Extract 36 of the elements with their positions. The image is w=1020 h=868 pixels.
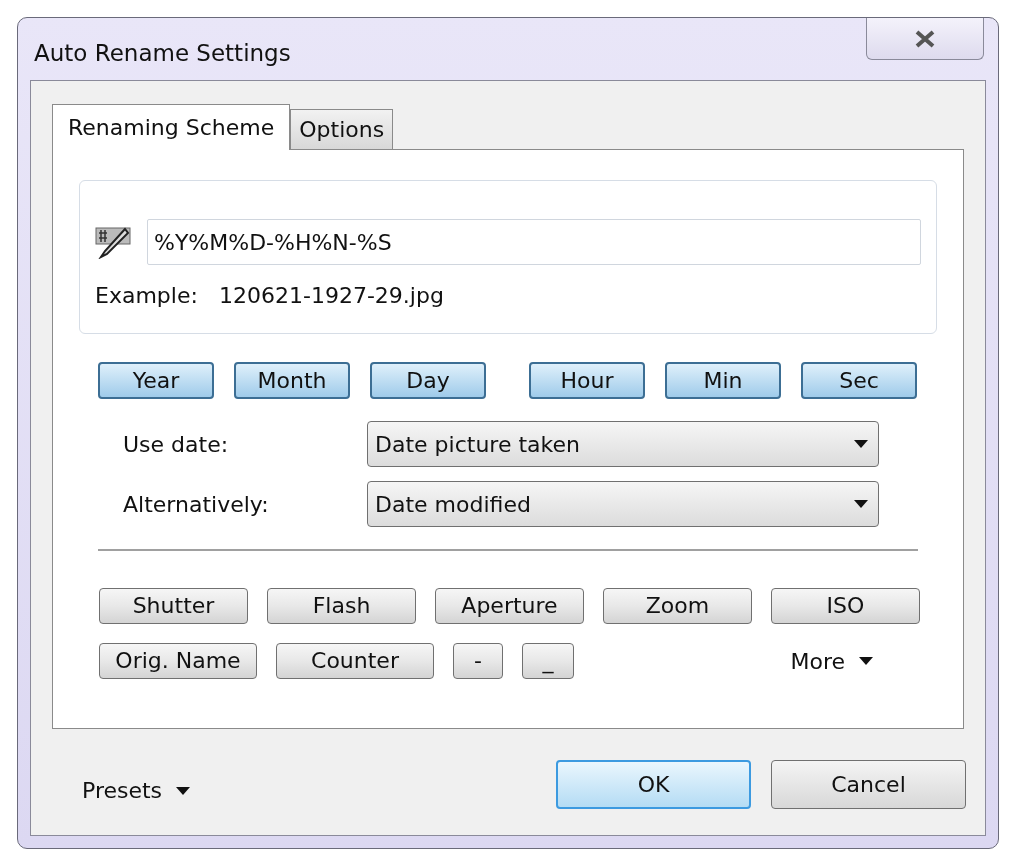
- date-dropdown[interactable]: Date picture taken: [367, 421, 879, 467]
- tab[interactable]: Renaming Scheme: [52, 104, 291, 150]
- insert-button[interactable]: -: [453, 643, 503, 679]
- caret-icon: [176, 786, 191, 795]
- close-icon: [914, 29, 936, 48]
- insert-button[interactable]: Orig. Name: [99, 643, 257, 679]
- insert-button[interactable]: Aperture: [435, 588, 584, 624]
- date-part-button[interactable]: Month: [234, 362, 350, 399]
- example-label: Example:: [95, 282, 199, 310]
- insert-button[interactable]: Shutter: [99, 588, 248, 624]
- date-part-button[interactable]: Hour: [529, 362, 645, 399]
- presets-button[interactable]: Presets: [82, 774, 191, 807]
- insert-button[interactable]: Zoom: [603, 588, 752, 624]
- window-title: Auto Rename Settings: [34, 39, 291, 68]
- date-part-button[interactable]: Min: [665, 362, 781, 399]
- caret-icon: [854, 500, 868, 508]
- close-button[interactable]: [866, 18, 984, 60]
- date-part-button[interactable]: Sec: [801, 362, 917, 399]
- date-part-button[interactable]: Day: [370, 362, 486, 399]
- dialog-button[interactable]: OK: [556, 760, 751, 809]
- tab[interactable]: Options: [290, 109, 394, 149]
- insert-button[interactable]: Counter: [276, 643, 434, 679]
- pencil-icon: [95, 225, 133, 259]
- caret-icon: [859, 657, 873, 665]
- insert-button[interactable]: Flash: [267, 588, 416, 624]
- more-button[interactable]: More: [790, 644, 873, 678]
- scheme-input[interactable]: %Y%M%D-%H%N-%S: [147, 219, 921, 265]
- field-label: Alternatively:: [123, 490, 270, 519]
- insert-button[interactable]: _: [522, 643, 574, 679]
- insert-button[interactable]: ISO: [771, 588, 920, 624]
- caret-icon: [854, 440, 868, 448]
- example-value: 120621-1927-29.jpg: [219, 282, 444, 310]
- date-dropdown[interactable]: Date modified: [367, 481, 879, 527]
- date-part-button[interactable]: Year: [98, 362, 214, 399]
- dialog-button[interactable]: Cancel: [771, 760, 966, 809]
- field-label: Use date:: [123, 430, 230, 459]
